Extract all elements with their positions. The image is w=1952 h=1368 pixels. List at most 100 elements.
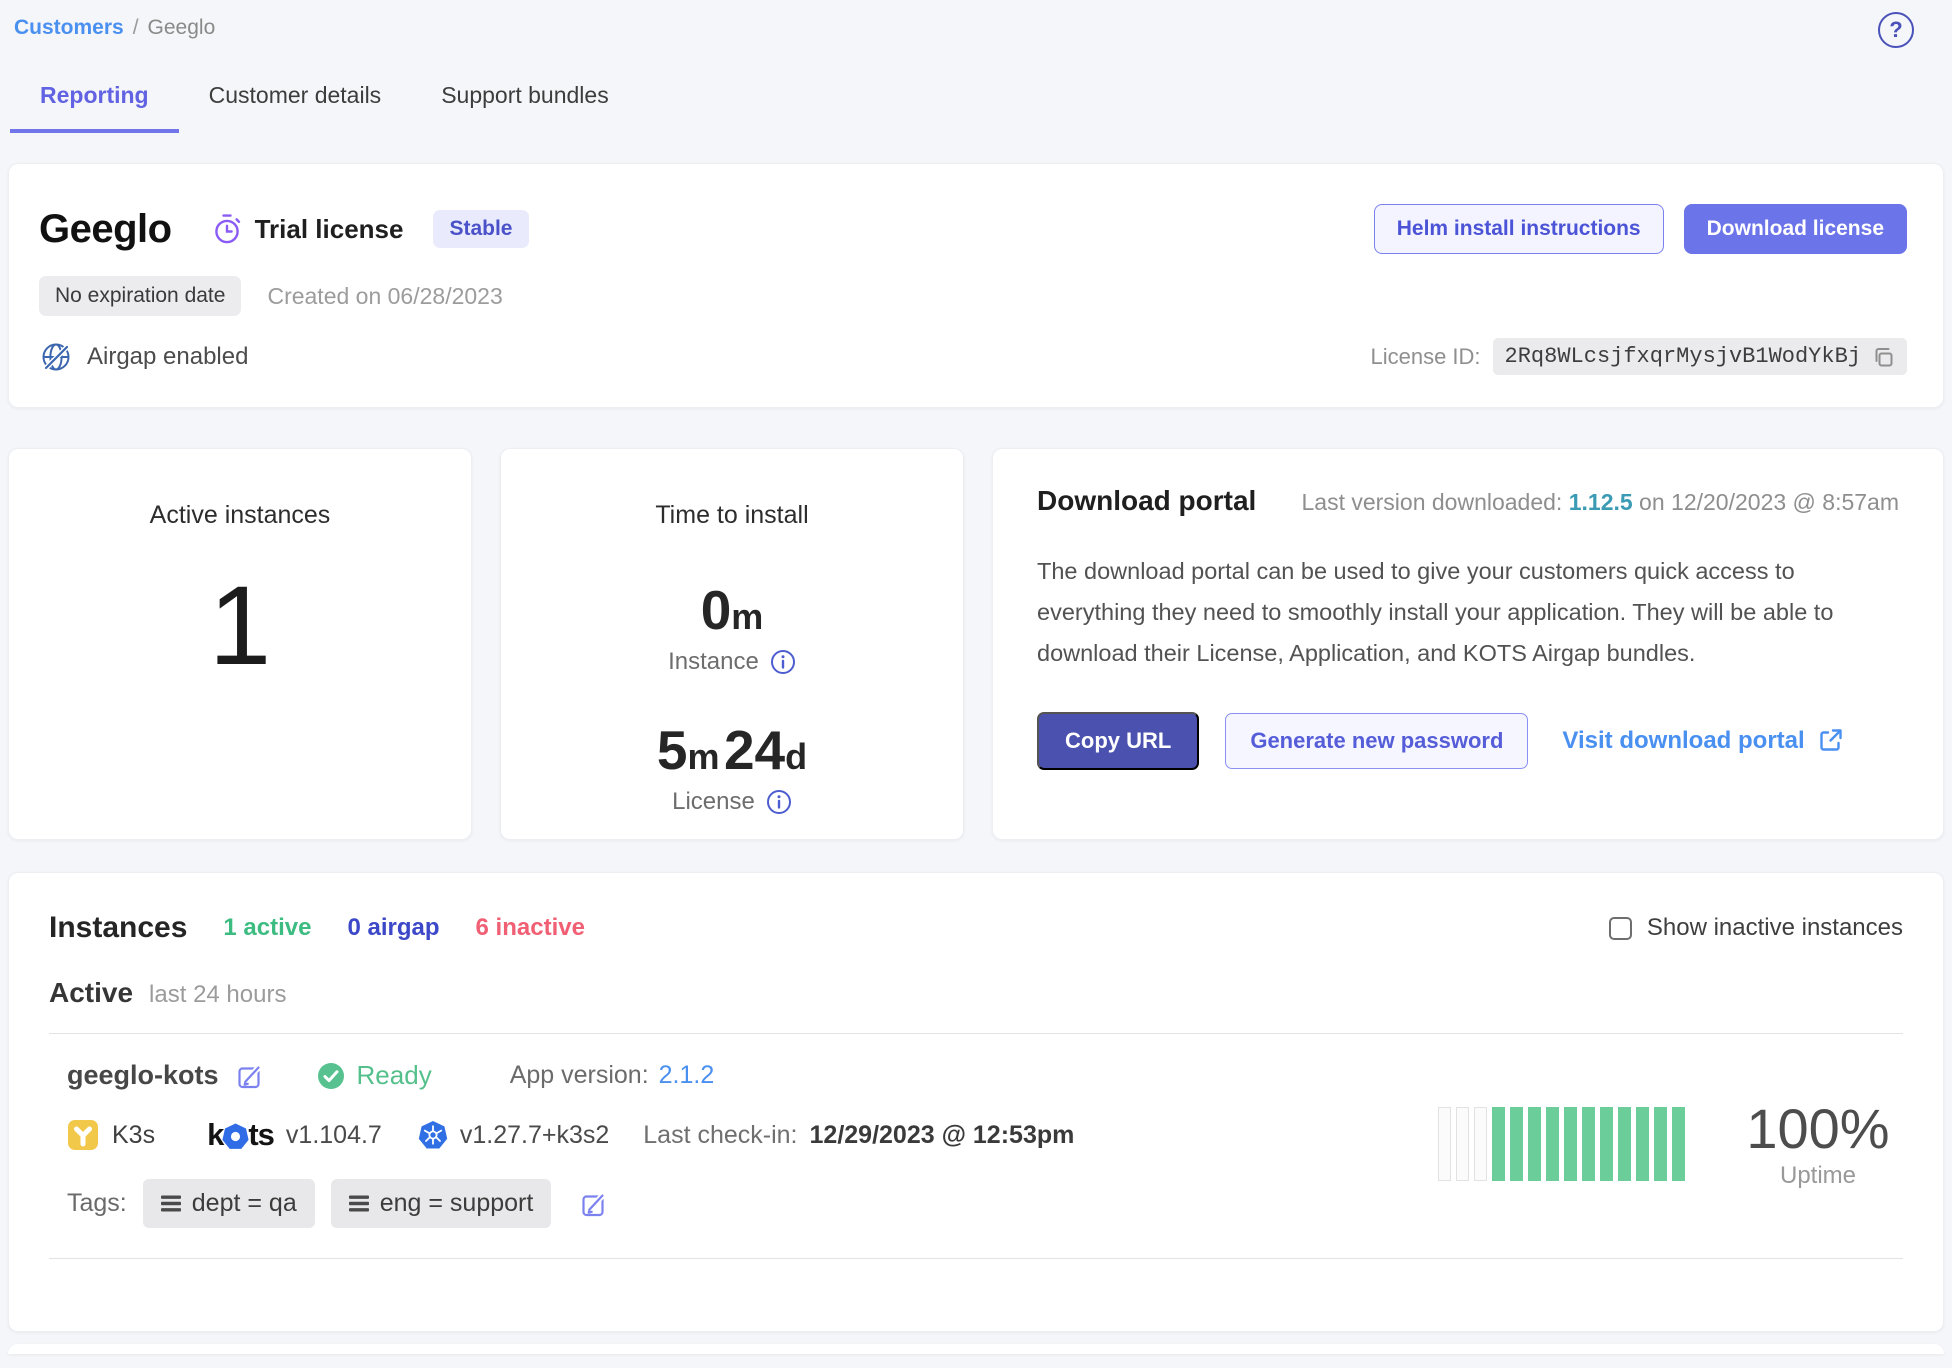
topbar: Customers / Geeglo ? — [0, 0, 1952, 40]
airgap-label: Airgap enabled — [87, 343, 248, 371]
license-id-row: License ID: 2Rq8WLcsjfxqrMysjvB1WodYkBj — [1370, 338, 1907, 375]
edit-name-icon[interactable] — [235, 1062, 263, 1090]
license-time-unit-2: d — [785, 736, 807, 777]
kots-logo: k ts — [207, 1117, 274, 1153]
distribution-label: K3s — [112, 1121, 155, 1150]
license-type: Trial license — [212, 213, 404, 245]
uptime-value: 100% — [1743, 1098, 1893, 1160]
tag-lines-icon — [349, 1195, 369, 1212]
info-icon[interactable] — [770, 649, 796, 675]
last-version-prefix: Last version downloaded: — [1301, 489, 1568, 515]
instance-name: geeglo-kots — [67, 1060, 219, 1091]
license-time-value-1: 5 — [657, 719, 688, 781]
help-icon[interactable]: ? — [1878, 12, 1914, 48]
time-to-install-card: Time to install 0m Instance 5m 24d — [500, 448, 964, 840]
license-type-label: Trial license — [255, 214, 404, 245]
tags-label: Tags: — [67, 1189, 127, 1218]
show-inactive-checkbox[interactable] — [1609, 917, 1632, 940]
uptime-bar — [1636, 1107, 1649, 1181]
stats-row: Active instances 1 Time to install 0m In… — [8, 448, 1944, 840]
kots-version: v1.104.7 — [286, 1121, 382, 1150]
license-id-label: License ID: — [1370, 344, 1480, 370]
instance-time-unit: m — [731, 596, 763, 637]
status-badge: Ready — [317, 1060, 432, 1091]
edit-tags-icon[interactable] — [579, 1190, 607, 1218]
helm-install-instructions-button[interactable]: Helm install instructions — [1374, 204, 1664, 254]
visit-download-portal-link[interactable]: Visit download portal — [1562, 727, 1843, 755]
app-version-link[interactable]: 2.1.2 — [659, 1061, 715, 1090]
download-portal-card: Download portal Last version downloaded:… — [992, 448, 1944, 840]
info-icon[interactable] — [766, 789, 792, 815]
kots-version-group: k ts v1.104.7 — [207, 1117, 382, 1153]
uptime-bar — [1528, 1107, 1541, 1181]
active-section-range: last 24 hours — [149, 981, 286, 1009]
show-inactive-label: Show inactive instances — [1647, 914, 1903, 942]
license-time-unit-1: m — [687, 736, 719, 777]
airgap-count: 0 airgap — [347, 914, 439, 942]
license-id-value: 2Rq8WLcsjfxqrMysjvB1WodYkBj — [1505, 344, 1861, 369]
tab-customer-details[interactable]: Customer details — [179, 80, 412, 133]
instance-time-value: 0 — [701, 579, 732, 641]
uptime-bar — [1582, 1107, 1595, 1181]
tab-reporting[interactable]: Reporting — [10, 80, 179, 133]
uptime-bar — [1492, 1107, 1505, 1181]
globe-slash-icon — [39, 340, 73, 374]
copy-icon[interactable] — [1871, 345, 1895, 369]
distribution: K3s — [67, 1119, 155, 1151]
show-inactive-toggle[interactable]: Show inactive instances — [1609, 914, 1903, 942]
instances-title: Instances — [49, 911, 187, 945]
last-version-link[interactable]: 1.12.5 — [1569, 489, 1633, 515]
uptime-bar — [1672, 1107, 1685, 1181]
tab-bar: Reporting Customer details Support bundl… — [0, 80, 1952, 133]
breadcrumb: Customers / Geeglo — [14, 16, 215, 40]
download-portal-description: The download portal can be used to give … — [1037, 551, 1899, 674]
last-version-downloaded: Last version downloaded: 1.12.5 on 12/20… — [1301, 489, 1899, 516]
customer-summary-card: Geeglo Trial license Stable Helm install… — [8, 163, 1944, 408]
last-checkin-value: 12/29/2023 @ 12:53pm — [810, 1121, 1075, 1150]
kots-logo-text-left: k — [207, 1117, 223, 1153]
created-date: Created on 06/28/2023 — [267, 283, 502, 310]
channel-badge: Stable — [433, 210, 528, 248]
kubernetes-version-group: v1.27.7+k3s2 — [418, 1120, 609, 1150]
uptime-bar — [1510, 1107, 1523, 1181]
copy-url-button[interactable]: Copy URL — [1037, 712, 1199, 770]
inactive-count: 6 inactive — [476, 914, 585, 942]
license-time-value-2: 24 — [724, 719, 785, 781]
last-checkin-label: Last check-in: — [643, 1121, 797, 1150]
kots-logo-text-right: ts — [248, 1117, 274, 1153]
kubernetes-version: v1.27.7+k3s2 — [460, 1121, 609, 1150]
license-id-pill: 2Rq8WLcsjfxqrMysjvB1WodYkBj — [1493, 338, 1907, 375]
check-circle-icon — [317, 1062, 345, 1090]
uptime-bar — [1564, 1107, 1577, 1181]
instances-card: Instances 1 active 0 airgap 6 inactive S… — [8, 872, 1944, 1332]
tag-text: dept = qa — [192, 1189, 297, 1218]
tab-support-bundles[interactable]: Support bundles — [411, 80, 639, 133]
time-to-install-title: Time to install — [501, 501, 963, 530]
kots-logo-heptagon — [222, 1123, 249, 1150]
instance-time-label: Instance — [668, 648, 759, 676]
active-section-label: Active — [49, 977, 133, 1009]
divider — [49, 1258, 1903, 1259]
uptime-bar — [1654, 1107, 1667, 1181]
breadcrumb-separator: / — [133, 16, 139, 40]
time-to-install-license: 5m 24d License — [501, 718, 963, 816]
license-time-label: License — [672, 788, 755, 816]
app-version-label: App version: — [510, 1061, 649, 1090]
breadcrumb-current: Geeglo — [148, 16, 216, 40]
stopwatch-icon — [212, 213, 242, 245]
uptime-bars — [1438, 1107, 1685, 1181]
download-license-button[interactable]: Download license — [1684, 204, 1907, 254]
active-instances-title: Active instances — [9, 501, 471, 530]
k3s-icon — [67, 1119, 99, 1151]
tag-lines-icon — [161, 1195, 181, 1212]
instance-row: geeglo-kots Ready — [49, 1034, 1903, 1254]
uptime-bar — [1456, 1107, 1469, 1181]
expiration-badge: No expiration date — [39, 276, 241, 316]
last-checkin: Last check-in: 12/29/2023 @ 12:53pm — [643, 1121, 1074, 1150]
download-portal-title: Download portal — [1037, 485, 1256, 517]
breadcrumb-customers-link[interactable]: Customers — [14, 16, 124, 40]
generate-new-password-button[interactable]: Generate new password — [1225, 713, 1528, 769]
uptime-bar — [1438, 1107, 1451, 1181]
time-to-install-instance: 0m Instance — [501, 578, 963, 676]
status-label: Ready — [357, 1060, 432, 1091]
